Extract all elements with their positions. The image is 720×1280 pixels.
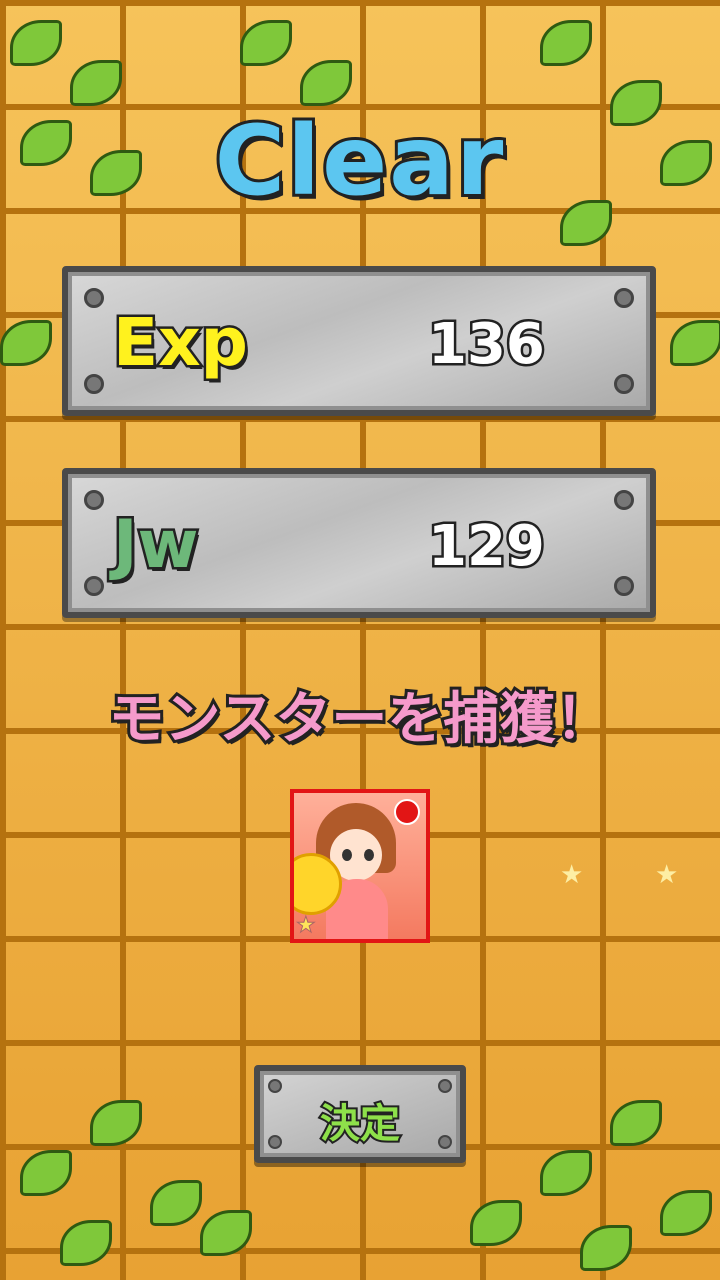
sparkle-icon: ★ [655, 860, 679, 890]
bolt-icon [614, 374, 634, 394]
bolt-icon [614, 288, 634, 308]
bolt-icon [84, 288, 104, 308]
captured-monster-card[interactable]: ★ [290, 789, 430, 943]
exp-value: 136 [426, 310, 548, 380]
jewel-value: 129 [426, 512, 548, 582]
bolt-icon [84, 576, 104, 596]
bolt-icon [614, 576, 634, 596]
bolt-icon [614, 490, 634, 510]
fire-element-icon [394, 799, 420, 825]
bolt-icon [84, 490, 104, 510]
jewel-panel: Jw 129 [62, 468, 656, 618]
exp-label: Exp [111, 302, 251, 384]
exp-panel: Exp 136 [62, 266, 656, 416]
confirm-button-label: 決定 [318, 1099, 402, 1149]
jewel-label: Jw [111, 504, 202, 586]
bolt-icon [84, 374, 104, 394]
sparkle-icon: ★ [560, 860, 584, 890]
capture-message: モンスターを捕獲！ [106, 684, 615, 755]
confirm-button[interactable]: 決定 [254, 1065, 466, 1163]
clear-title: Clear [212, 102, 507, 220]
star-icon: ★ [296, 913, 317, 938]
